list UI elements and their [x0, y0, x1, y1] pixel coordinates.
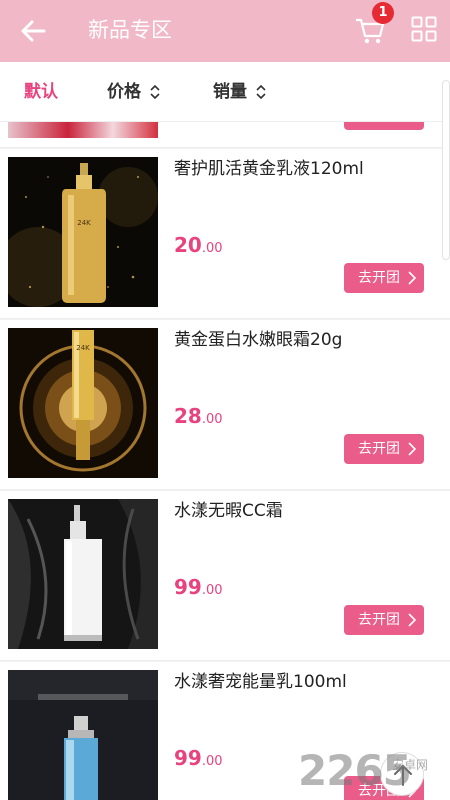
join-group-label: 去开团 — [358, 270, 400, 286]
sort-caret-icon — [150, 84, 160, 100]
sort-price-label: 价格 — [107, 82, 141, 102]
page-title: 新品专区 — [88, 18, 172, 42]
watermark-text: 安卓网 — [392, 758, 429, 772]
join-group-button[interactable] — [344, 122, 424, 130]
price-decimal: .00 — [201, 241, 223, 256]
svg-text:24K: 24K — [77, 219, 91, 227]
product-image: 24K — [8, 157, 158, 307]
list-item-partial[interactable] — [0, 122, 450, 148]
price-decimal: .00 — [201, 754, 223, 769]
product-name[interactable]: 黄金蛋白水嫩眼霜20g — [174, 328, 342, 352]
price-decimal: .00 — [201, 583, 223, 598]
join-group-label: 去开团 — [358, 612, 400, 628]
price-integer: 20 — [174, 233, 202, 257]
price-integer: 28 — [174, 404, 202, 428]
sort-default-label: 默认 — [24, 82, 58, 102]
back-arrow-icon[interactable] — [18, 16, 48, 46]
sort-caret-icon — [256, 84, 266, 100]
sort-price-tab[interactable]: 价格 — [107, 81, 160, 103]
sort-sales-label: 销量 — [213, 82, 247, 102]
svg-text:24K: 24K — [76, 344, 90, 352]
join-group-button[interactable]: 去开团 — [344, 263, 424, 293]
sort-sales-tab[interactable]: 销量 — [213, 81, 266, 103]
product-name[interactable]: 水漾奢宠能量乳100ml — [174, 670, 347, 694]
product-name[interactable]: 奢护肌活黄金乳液120ml — [174, 157, 364, 181]
chevron-right-icon — [408, 271, 416, 285]
grid-view-icon[interactable] — [411, 16, 437, 42]
price-integer: 99 — [174, 575, 202, 599]
sort-default-tab[interactable]: 默认 — [24, 81, 58, 103]
product-image — [8, 122, 158, 138]
price-decimal: .00 — [201, 412, 223, 427]
sort-bar: 默认 价格 销量 — [0, 62, 450, 122]
join-group-button[interactable]: 去开团 — [344, 434, 424, 464]
product-price: 28.00 — [174, 404, 223, 428]
product-price: 99.00 — [174, 575, 223, 599]
list-item[interactable]: 24K 奢护肌活黄金乳液120ml 20.00 去开团 — [0, 149, 450, 319]
app-header: 新品专区 1 — [0, 0, 450, 62]
product-image: 24K — [8, 328, 158, 478]
scrollbar[interactable] — [442, 80, 450, 260]
chevron-right-icon — [408, 613, 416, 627]
product-image — [8, 670, 158, 800]
list-item[interactable]: 水漾无暇CC霜 99.00 去开团 — [0, 491, 450, 661]
list-item[interactable]: 24K 黄金蛋白水嫩眼霜20g 28.00 去开团 — [0, 320, 450, 490]
product-price: 20.00 — [174, 233, 223, 257]
product-image — [8, 499, 158, 649]
join-group-button[interactable]: 去开团 — [344, 605, 424, 635]
chevron-right-icon — [408, 442, 416, 456]
product-price: 99.00 — [174, 746, 223, 770]
join-group-label: 去开团 — [358, 441, 400, 457]
cart-count-badge: 1 — [372, 2, 394, 24]
product-name[interactable]: 水漾无暇CC霜 — [174, 499, 283, 523]
product-list[interactable]: 24K 奢护肌活黄金乳液120ml 20.00 去开团 24K 黄金蛋白水嫩眼霜… — [0, 122, 450, 800]
price-integer: 99 — [174, 746, 202, 770]
